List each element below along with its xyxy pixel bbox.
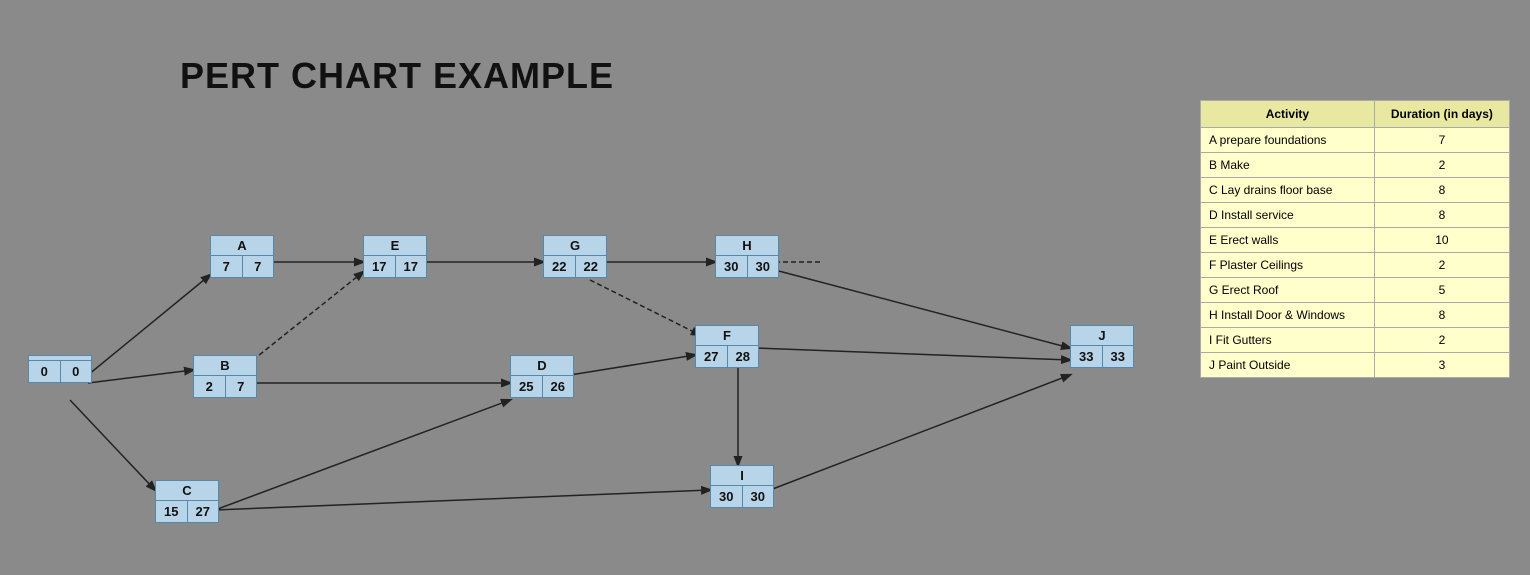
table-cell-duration: 5 xyxy=(1374,278,1509,303)
node-E: E 17 17 xyxy=(363,235,427,278)
table-header-activity: Activity xyxy=(1201,101,1375,128)
table-cell-duration: 2 xyxy=(1374,153,1509,178)
table-cell-activity: G Erect Roof xyxy=(1201,278,1375,303)
table-cell-activity: A prepare foundations xyxy=(1201,128,1375,153)
table-row: J Paint Outside3 xyxy=(1201,353,1510,378)
table-row: B Make2 xyxy=(1201,153,1510,178)
table-row: H Install Door & Windows8 xyxy=(1201,303,1510,328)
table-header-duration: Duration (in days) xyxy=(1374,101,1509,128)
node-start: 0 0 xyxy=(28,355,92,383)
table-cell-duration: 7 xyxy=(1374,128,1509,153)
table-cell-activity: D Install service xyxy=(1201,203,1375,228)
table-cell-duration: 2 xyxy=(1374,328,1509,353)
node-D: D 25 26 xyxy=(510,355,574,398)
table-row: A prepare foundations7 xyxy=(1201,128,1510,153)
table-row: G Erect Roof5 xyxy=(1201,278,1510,303)
table-row: F Plaster Ceilings2 xyxy=(1201,253,1510,278)
table-row: D Install service8 xyxy=(1201,203,1510,228)
node-C: C 15 27 xyxy=(155,480,219,523)
table-cell-duration: 8 xyxy=(1374,303,1509,328)
table-row: E Erect walls10 xyxy=(1201,228,1510,253)
table-cell-activity: C Lay drains floor base xyxy=(1201,178,1375,203)
table-cell-duration: 8 xyxy=(1374,203,1509,228)
node-B: B 2 7 xyxy=(193,355,257,398)
node-F: F 27 28 xyxy=(695,325,759,368)
table-cell-activity: B Make xyxy=(1201,153,1375,178)
activity-table: Activity Duration (in days) A prepare fo… xyxy=(1200,100,1510,378)
table-row: C Lay drains floor base8 xyxy=(1201,178,1510,203)
table-cell-duration: 3 xyxy=(1374,353,1509,378)
node-H: H 30 30 xyxy=(715,235,779,278)
table-cell-activity: H Install Door & Windows xyxy=(1201,303,1375,328)
node-G: G 22 22 xyxy=(543,235,607,278)
page-title: PERT CHART EXAMPLE xyxy=(180,55,614,97)
table-cell-activity: E Erect walls xyxy=(1201,228,1375,253)
node-I: I 30 30 xyxy=(710,465,774,508)
table-cell-activity: I Fit Gutters xyxy=(1201,328,1375,353)
table-cell-duration: 8 xyxy=(1374,178,1509,203)
table-row: I Fit Gutters2 xyxy=(1201,328,1510,353)
table-cell-activity: F Plaster Ceilings xyxy=(1201,253,1375,278)
node-J: J 33 33 xyxy=(1070,325,1134,368)
table-cell-activity: J Paint Outside xyxy=(1201,353,1375,378)
table-cell-duration: 10 xyxy=(1374,228,1509,253)
table-cell-duration: 2 xyxy=(1374,253,1509,278)
node-A: A 7 7 xyxy=(210,235,274,278)
